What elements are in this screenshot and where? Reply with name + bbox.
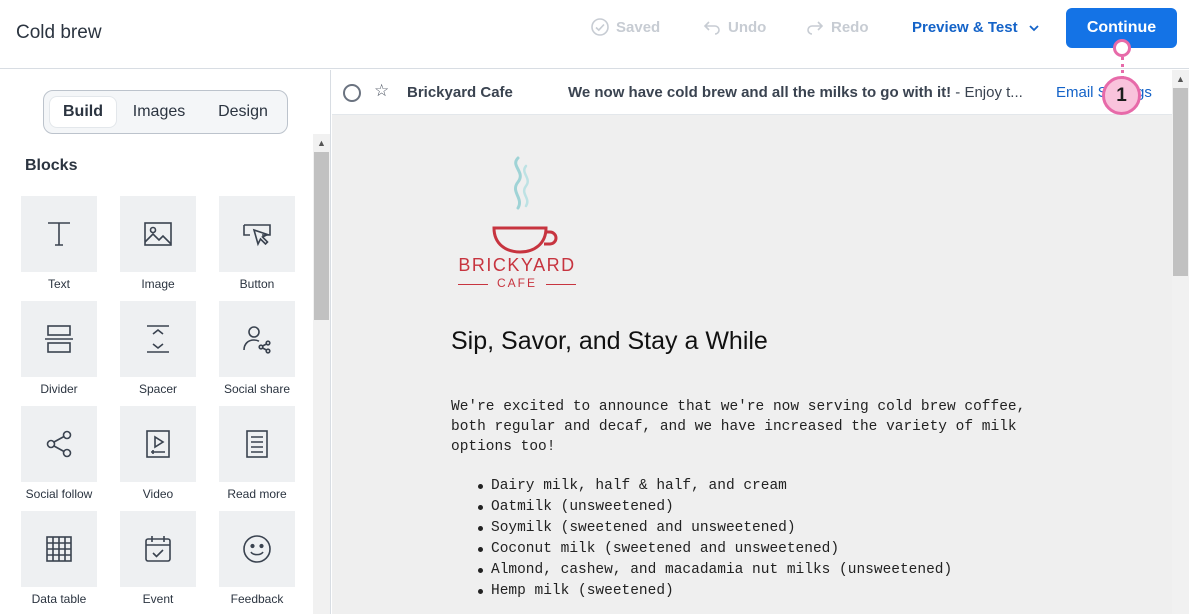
preheader-text: - Enjoy t... xyxy=(951,84,1023,101)
undo-button[interactable]: Undo xyxy=(702,17,766,37)
email-paragraph[interactable]: We're excited to announce that we're now… xyxy=(451,397,1051,457)
top-bar: Cold brew Saved Undo Redo Preview & Test… xyxy=(0,0,1189,69)
inbox-preview-row: ☆ Brickyard Cafe We now have cold brew a… xyxy=(332,70,1189,115)
list-item: Hemp milk (sweetened) xyxy=(475,581,952,602)
tab-images[interactable]: Images xyxy=(126,97,192,127)
block-social-follow[interactable] xyxy=(21,406,97,482)
select-circle-icon[interactable] xyxy=(343,84,361,102)
block-divider-label: Divider xyxy=(40,382,78,396)
block-data-table-label: Data table xyxy=(31,592,87,606)
milk-options-list[interactable]: Dairy milk, half & half, and cream Oatmi… xyxy=(475,476,952,602)
block-image-label: Image xyxy=(141,277,175,291)
scroll-up-arrow-icon[interactable]: ▲ xyxy=(1172,70,1189,87)
block-video[interactable] xyxy=(120,406,196,482)
block-button[interactable] xyxy=(219,196,295,272)
block-spacer[interactable] xyxy=(120,301,196,377)
saved-indicator: Saved xyxy=(590,17,660,37)
sender-name: Brickyard Cafe xyxy=(407,84,513,101)
star-icon[interactable]: ☆ xyxy=(374,81,389,101)
redo-label: Redo xyxy=(831,18,869,36)
undo-icon xyxy=(703,21,720,35)
redo-icon xyxy=(807,21,824,35)
block-feedback-label: Feedback xyxy=(230,592,284,606)
video-icon xyxy=(146,430,170,458)
subject-line: We now have cold brew and all the milks … xyxy=(568,84,1023,101)
block-spacer-label: Spacer xyxy=(138,382,178,396)
preview-test-button[interactable]: Preview & Test xyxy=(912,19,1040,36)
callout-anchor xyxy=(1113,39,1131,57)
subject-text: We now have cold brew and all the milks … xyxy=(568,84,952,101)
block-social-share-label: Social share xyxy=(223,382,291,396)
text-icon xyxy=(48,222,70,246)
block-social-follow-label: Social follow xyxy=(25,487,93,501)
divider-icon xyxy=(45,325,73,353)
redo-button[interactable]: Redo xyxy=(805,17,869,37)
block-data-table[interactable] xyxy=(21,511,97,587)
block-event[interactable] xyxy=(120,511,196,587)
block-feedback[interactable] xyxy=(219,511,295,587)
blocks-heading: Blocks xyxy=(25,157,78,174)
block-image[interactable] xyxy=(120,196,196,272)
panel-tabs: Build Images Design xyxy=(43,90,288,134)
block-social-share[interactable] xyxy=(219,301,295,377)
logo-name: BRICKYARD xyxy=(458,255,576,275)
block-read-more[interactable] xyxy=(219,406,295,482)
block-read-more-label: Read more xyxy=(227,487,287,501)
block-button-label: Button xyxy=(239,277,275,291)
list-item: Oatmilk (unsweetened) xyxy=(475,497,952,518)
callout-number-badge: 1 xyxy=(1102,76,1141,115)
preview-label: Preview & Test xyxy=(912,19,1018,36)
calendar-icon xyxy=(145,536,171,562)
spacer-icon xyxy=(147,325,169,353)
tab-build[interactable]: Build xyxy=(50,97,116,127)
scroll-up-arrow-icon[interactable]: ▲ xyxy=(313,134,330,151)
check-circle-icon xyxy=(591,18,609,36)
block-video-label: Video xyxy=(142,487,174,501)
left-scrollbar-thumb[interactable] xyxy=(314,152,329,320)
email-headline[interactable]: Sip, Savor, and Stay a While xyxy=(451,327,768,356)
list-item: Dairy milk, half & half, and cream xyxy=(475,476,952,497)
list-item: Almond, cashew, and macadamia nut milks … xyxy=(475,560,952,581)
saved-label: Saved xyxy=(616,18,661,36)
table-icon xyxy=(46,536,72,562)
logo-subtitle: CAFE xyxy=(456,276,578,290)
block-text-label: Text xyxy=(47,277,70,291)
undo-label: Undo xyxy=(728,18,767,36)
cursor-click-icon xyxy=(243,224,271,247)
image-icon xyxy=(144,222,172,246)
block-text[interactable] xyxy=(21,196,97,272)
block-divider[interactable] xyxy=(21,301,97,377)
left-panel: Build Images Design Blocks Text Image Bu… xyxy=(0,70,331,614)
campaign-title[interactable]: Cold brew xyxy=(16,22,102,44)
list-item: Coconut milk (sweetened and unsweetened) xyxy=(475,539,952,560)
social-share-icon xyxy=(243,326,271,354)
chevron-down-icon xyxy=(1028,24,1039,31)
list-item: Soymilk (sweetened and unsweetened) xyxy=(475,518,952,539)
canvas-scrollbar-thumb[interactable] xyxy=(1173,88,1188,276)
smiley-icon xyxy=(243,535,271,563)
document-icon xyxy=(246,430,268,458)
share-nodes-icon xyxy=(46,430,72,458)
tab-design[interactable]: Design xyxy=(204,97,282,127)
block-event-label: Event xyxy=(142,592,174,606)
